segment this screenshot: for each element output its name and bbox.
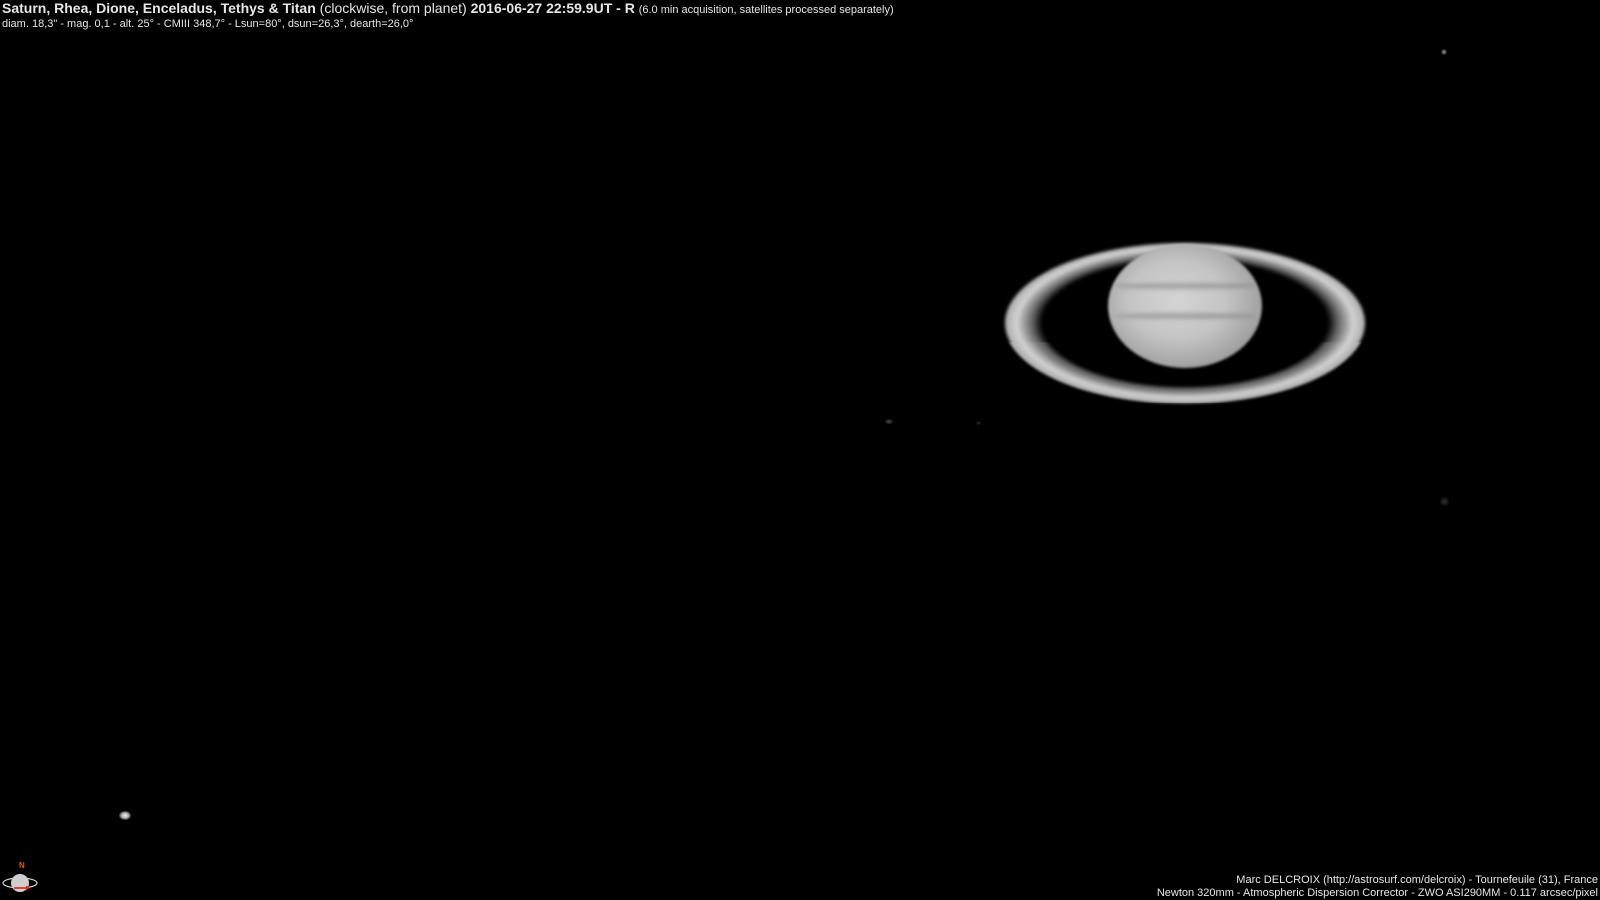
saturn-planet-image [1005, 243, 1365, 403]
title-order-note: (clockwise, from planet) [319, 0, 467, 16]
compass-icon: N [2, 860, 40, 898]
saturn-cloud-band [1115, 313, 1255, 319]
moon-titan [119, 811, 131, 820]
moon-dione [1440, 497, 1449, 506]
title-line: Saturn, Rhea, Dione, Enceladus, Tethys &… [2, 0, 1202, 18]
title-date: 2016-06-27 22:59.9UT - R [470, 0, 635, 16]
credits-footer: Marc DELCROIX (http://astrosurf.com/delc… [1157, 874, 1598, 900]
moon-rhea [1441, 49, 1447, 55]
acquisition-note: (6.0 min acquisition, satellites process… [638, 4, 894, 16]
image-caption-header: Saturn, Rhea, Dione, Enceladus, Tethys &… [2, 0, 1202, 31]
ephemeris-info: diam. 18,3" - mag. 0,1 - alt. 25° - CMII… [2, 18, 414, 30]
title-objects: Saturn, Rhea, Dione, Enceladus, Tethys &… [2, 0, 316, 16]
equipment-credit: Newton 320mm - Atmospheric Dispersion Co… [1156, 887, 1598, 899]
moon-enceladus [885, 419, 893, 424]
author-credit: Marc DELCROIX (http://astrosurf.com/delc… [1236, 874, 1598, 886]
saturn-cloud-band [1115, 283, 1255, 289]
compass-north-label: N [19, 861, 25, 870]
moon-tethys [976, 421, 981, 425]
